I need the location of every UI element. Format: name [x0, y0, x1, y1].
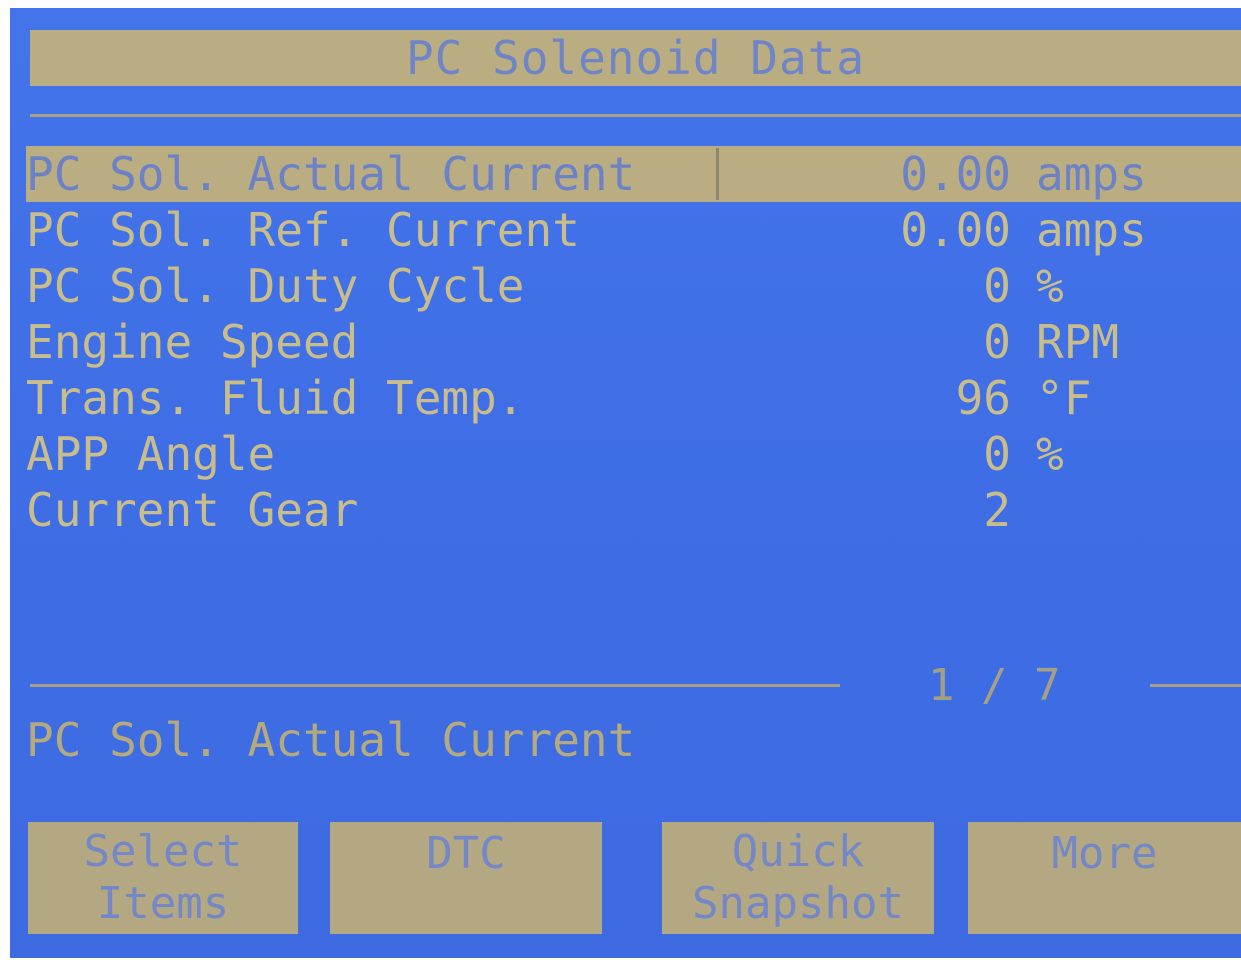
item-description: PC Sol. Actual Current: [26, 713, 636, 767]
row-value: 2: [983, 483, 1011, 537]
row-value: 96: [955, 371, 1011, 425]
row-value: 0.00: [900, 147, 1011, 201]
footer-divider-left: [30, 684, 840, 687]
data-row-pc-sol-ref-current[interactable]: PC Sol. Ref. Current 0.00 amps: [26, 202, 1241, 258]
page-indicator: 1 / 7: [928, 660, 1061, 711]
header-divider: [30, 114, 1241, 117]
row-label: Current Gear: [26, 483, 359, 537]
row-unit: °F: [1036, 371, 1092, 425]
row-label: PC Sol. Ref. Current: [26, 203, 580, 257]
row-unit: %: [1036, 427, 1064, 481]
row-label: APP Angle: [26, 427, 276, 481]
dtc-button[interactable]: DTC: [330, 822, 602, 934]
softkey-label: Quick Snapshot: [692, 826, 904, 929]
select-items-button[interactable]: Select Items: [28, 822, 298, 934]
row-unit: amps: [1036, 203, 1147, 257]
data-row-app-angle[interactable]: APP Angle 0 %: [26, 426, 1241, 482]
data-row-pc-sol-duty-cycle[interactable]: PC Sol. Duty Cycle 0 %: [26, 258, 1241, 314]
softkey-label: More: [1051, 828, 1158, 879]
row-value: 0.00: [900, 203, 1011, 257]
row-value: 0: [983, 427, 1011, 481]
quick-snapshot-button[interactable]: Quick Snapshot: [662, 822, 934, 934]
softkey-label: DTC: [426, 828, 506, 879]
row-label: Trans. Fluid Temp.: [26, 371, 525, 425]
footer-divider-right: [1150, 684, 1241, 687]
scan-tool-screen: PC Solenoid Data PC Sol. Actual Current …: [10, 8, 1241, 958]
more-button[interactable]: More: [968, 822, 1241, 934]
softkey-label: Select Items: [83, 826, 243, 929]
selection-separator: [716, 148, 719, 200]
row-value: 0: [983, 315, 1011, 369]
row-unit: %: [1036, 259, 1064, 313]
row-unit: amps: [1036, 147, 1147, 201]
data-row-current-gear[interactable]: Current Gear 2: [26, 482, 1241, 538]
page-title: PC Solenoid Data: [405, 31, 866, 85]
row-value: 0: [983, 259, 1011, 313]
row-unit: RPM: [1036, 315, 1120, 369]
data-row-trans-fluid-temp[interactable]: Trans. Fluid Temp. 96 °F: [26, 370, 1241, 426]
row-label: PC Sol. Actual Current: [26, 147, 636, 201]
data-row-engine-speed[interactable]: Engine Speed 0 RPM: [26, 314, 1241, 370]
data-row-pc-sol-actual-current[interactable]: PC Sol. Actual Current 0.00 amps: [26, 146, 1241, 202]
row-label: PC Sol. Duty Cycle: [26, 259, 525, 313]
title-bar: PC Solenoid Data: [30, 30, 1241, 86]
row-label: Engine Speed: [26, 315, 359, 369]
